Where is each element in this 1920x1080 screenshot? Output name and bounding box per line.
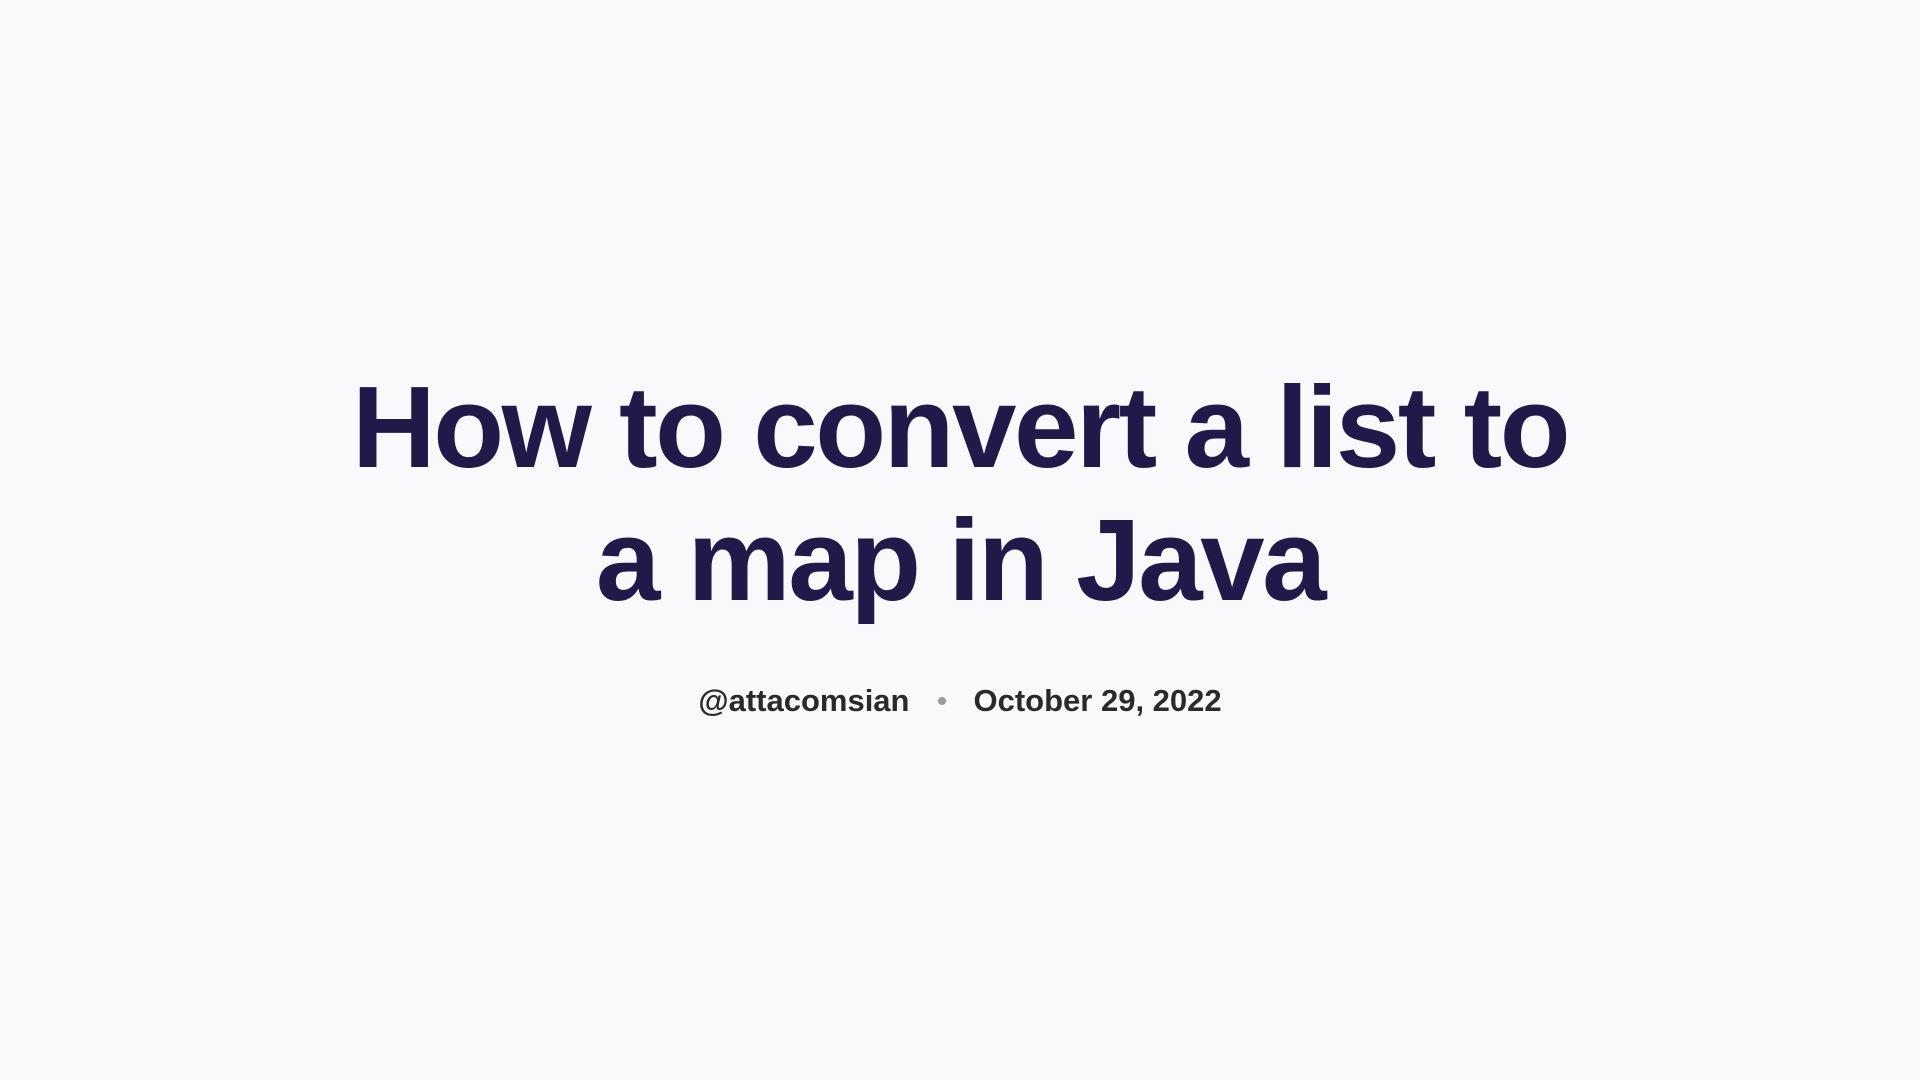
- author-handle: @attacomsian: [698, 683, 909, 719]
- title-card: How to convert a list to a map in Java @…: [260, 361, 1660, 720]
- meta-row: @attacomsian October 29, 2022: [698, 683, 1221, 719]
- dot-separator-icon: [938, 697, 946, 705]
- page-title: How to convert a list to a map in Java: [320, 361, 1600, 628]
- publish-date: October 29, 2022: [974, 683, 1222, 719]
